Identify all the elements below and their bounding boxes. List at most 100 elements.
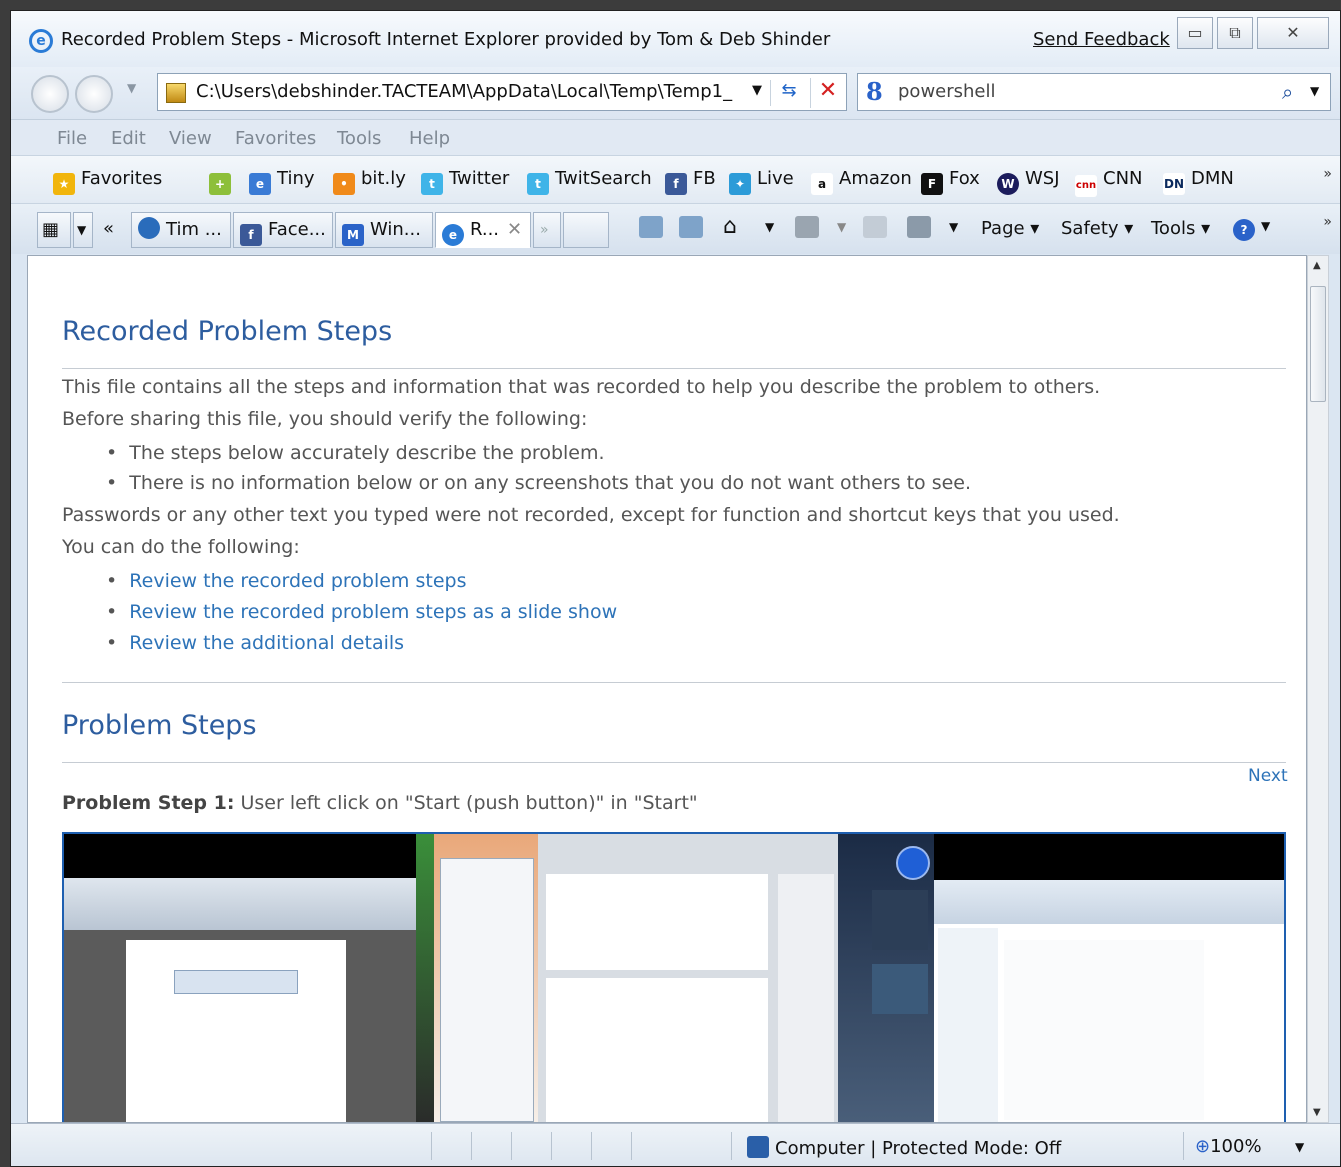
fav-fox[interactable]: F Fox [921, 168, 980, 195]
menu-view[interactable]: View [169, 128, 212, 149]
tab-tim[interactable]: Tim ... [131, 212, 231, 248]
fav-amazon[interactable]: a Amazon [811, 168, 912, 195]
screenshot-explorer-window [434, 834, 538, 1122]
next-link[interactable]: Next [1248, 766, 1288, 786]
ie-logo-icon: e [442, 224, 464, 246]
screenshot-gadgets [838, 834, 934, 1122]
computer-icon [747, 1136, 769, 1158]
command-overflow-icon[interactable]: » [1323, 214, 1332, 230]
menu-help[interactable]: Help [409, 128, 450, 149]
intro-text: This file contains all the steps and inf… [62, 376, 1101, 398]
scroll-up-icon[interactable]: ▲ [1313, 260, 1321, 271]
tab-windows[interactable]: M Win... [335, 212, 433, 248]
address-toolbar: ▼ C:\Users\debshinder.TACTEAM\AppData\Lo… [11, 67, 1340, 119]
menu-edit[interactable]: Edit [111, 128, 146, 149]
close-icon: ✕ [1286, 23, 1300, 42]
history-dropdown[interactable]: ▼ [127, 81, 136, 95]
send-page-icon[interactable] [679, 216, 703, 238]
list-item: • There is no information below or on an… [106, 472, 972, 494]
fav-cnn[interactable]: cnn CNN [1075, 168, 1143, 197]
globe-icon [138, 217, 160, 239]
fav-twitter[interactable]: t Twitter [421, 168, 509, 195]
zoom-dropdown-icon[interactable]: ▼ [1295, 1140, 1304, 1154]
tab-list-dropdown[interactable]: ▼ [73, 212, 93, 248]
address-dropdown-icon[interactable]: ▼ [752, 83, 762, 98]
print-icon[interactable] [907, 216, 931, 238]
home-dropdown-icon[interactable]: ▼ [765, 220, 774, 234]
page-menu[interactable]: Page ▾ [981, 218, 1039, 239]
ie-logo-icon: e [29, 29, 53, 53]
tab-overflow[interactable]: » [533, 212, 561, 248]
tab-recorded-steps[interactable]: e R... ✕ [435, 212, 531, 248]
fav-tiny[interactable]: e Tiny [249, 168, 315, 195]
send-feedback-link[interactable]: Send Feedback [1033, 29, 1170, 50]
step-screenshot[interactable] [62, 832, 1286, 1122]
favorites-button[interactable]: ★ Favorites [53, 168, 162, 195]
minimize-button[interactable]: ▭ [1177, 17, 1213, 49]
additional-details-link[interactable]: Review the additional details [129, 632, 404, 654]
new-tab-button[interactable] [563, 212, 609, 248]
forward-button[interactable] [75, 75, 113, 113]
stop-icon[interactable]: ✕ [810, 78, 845, 108]
search-box[interactable]: 8 ⌕ ▼ [857, 73, 1331, 111]
menu-file[interactable]: File [57, 128, 87, 149]
clock-gadget-icon [896, 846, 930, 880]
fav-twitsearch[interactable]: t TwitSearch [527, 168, 652, 195]
cnn-icon: cnn [1075, 175, 1097, 197]
fav-wsj[interactable]: W WSJ [997, 168, 1060, 195]
restore-button[interactable]: ⧉ [1217, 17, 1253, 49]
vertical-scrollbar[interactable]: ▲ ▼ [1307, 255, 1329, 1123]
dmn-icon: DN [1163, 173, 1185, 195]
menu-tools[interactable]: Tools [337, 128, 381, 149]
fav-live[interactable]: ✦ Live [729, 168, 794, 195]
twitter-icon: t [421, 173, 443, 195]
add-favorite-icon[interactable]: + [209, 168, 237, 195]
twitter-icon: t [527, 173, 549, 195]
slide-show-link[interactable]: Review the recorded problem steps as a s… [129, 601, 617, 623]
screenshot-word-window [64, 878, 416, 1122]
zoom-icon: ⊕ [1195, 1136, 1211, 1157]
search-input[interactable] [896, 80, 1270, 103]
tab-scroll-left[interactable]: « [97, 212, 127, 248]
window-title: Recorded Problem Steps - Microsoft Inter… [61, 29, 831, 50]
tools-menu[interactable]: Tools ▾ [1151, 218, 1210, 239]
scroll-down-icon[interactable]: ▼ [1313, 1107, 1321, 1118]
security-zone[interactable]: Computer | Protected Mode: Off [747, 1136, 1061, 1159]
fav-fb[interactable]: f FB [665, 168, 716, 195]
zoom-level[interactable]: ⊕100% [1195, 1136, 1262, 1157]
tab-facebook[interactable]: f Face... [233, 212, 333, 248]
quick-tabs-button[interactable]: ▦ [37, 212, 71, 248]
review-steps-link[interactable]: Review the recorded problem steps [129, 570, 466, 592]
help-button[interactable]: ? ▼ [1233, 214, 1270, 241]
scrollbar-thumb[interactable] [1310, 286, 1326, 402]
fav-dmn[interactable]: DN DMN [1163, 168, 1234, 195]
email-page-icon[interactable] [639, 216, 663, 238]
read-mail-icon[interactable] [863, 216, 887, 238]
fav-bitly[interactable]: • bit.ly [333, 168, 406, 195]
favorites-overflow-icon[interactable]: » [1323, 166, 1332, 182]
search-options-dropdown[interactable]: ▼ [1310, 84, 1319, 98]
back-button[interactable] [31, 75, 69, 113]
feeds-icon[interactable] [795, 216, 819, 238]
star-icon: ★ [53, 173, 75, 195]
facebook-icon: f [665, 173, 687, 195]
safety-menu[interactable]: Safety ▾ [1061, 218, 1133, 239]
tab-bar: ▦ ▼ « Tim ... f Face... M Win... e R... ✕ » … [11, 203, 1340, 254]
favorites-bar: ★ Favorites + e Tiny • bit.ly t Twitter t Twi… [11, 155, 1340, 204]
close-window-button[interactable]: ✕ [1257, 17, 1329, 49]
address-text[interactable]: C:\Users\debshinder.TACTEAM\AppData\Loca… [196, 81, 732, 102]
address-field[interactable]: C:\Users\debshinder.TACTEAM\AppData\Loca… [157, 73, 847, 111]
bitly-icon: • [333, 173, 355, 195]
refresh-icon[interactable]: ⇆ [770, 80, 807, 106]
step-label: Problem Step 1: User left click on "Star… [62, 792, 698, 814]
divider [62, 368, 1286, 369]
feeds-dropdown-icon[interactable]: ▼ [837, 220, 846, 234]
search-icon[interactable]: ⌕ [1282, 80, 1293, 104]
print-dropdown-icon[interactable]: ▼ [949, 220, 958, 234]
close-tab-icon[interactable]: ✕ [507, 219, 522, 240]
wsj-icon: W [997, 173, 1019, 195]
list-item: • Review the recorded problem steps [106, 570, 467, 592]
home-icon[interactable]: ⌂ [723, 214, 737, 239]
verify-text: Before sharing this file, you should ver… [62, 408, 588, 430]
menu-favorites[interactable]: Favorites [235, 128, 316, 149]
